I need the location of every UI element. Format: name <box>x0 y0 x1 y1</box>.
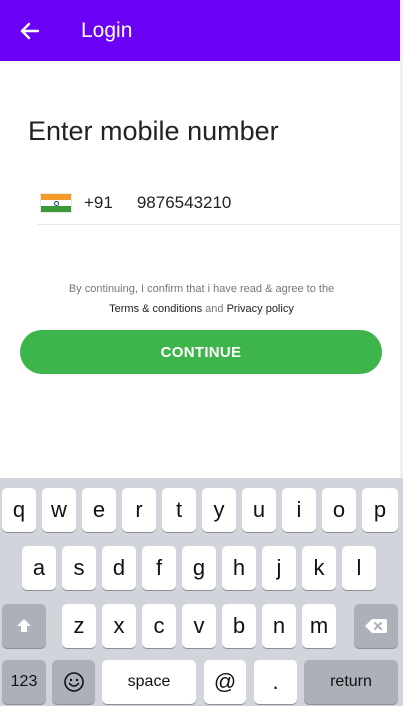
key-n[interactable]: n <box>262 604 296 648</box>
key-e[interactable]: e <box>82 488 116 532</box>
key-i[interactable]: i <box>282 488 316 532</box>
key-g[interactable]: g <box>182 546 216 590</box>
key-w[interactable]: w <box>42 488 76 532</box>
key-h[interactable]: h <box>222 546 256 590</box>
key-x[interactable]: x <box>102 604 136 648</box>
backspace-icon <box>365 619 387 633</box>
terms-link[interactable]: Terms & conditions <box>109 303 202 315</box>
key-b[interactable]: b <box>222 604 256 648</box>
app-bar: Login <box>0 0 400 61</box>
india-flag-icon[interactable] <box>40 193 72 213</box>
key-r[interactable]: r <box>122 488 156 532</box>
key-u[interactable]: u <box>242 488 276 532</box>
key-m[interactable]: m <box>302 604 336 648</box>
space-key[interactable]: space <box>102 660 196 704</box>
emoji-key[interactable] <box>52 660 95 704</box>
at-key[interactable]: @ <box>204 660 246 704</box>
phone-number-row: +91 <box>38 182 400 225</box>
return-key[interactable]: return <box>304 660 398 704</box>
key-f[interactable]: f <box>142 546 176 590</box>
key-l[interactable]: l <box>342 546 376 590</box>
shift-key[interactable] <box>2 604 46 648</box>
key-s[interactable]: s <box>62 546 96 590</box>
arrow-left-icon <box>20 22 40 39</box>
phone-number-input[interactable] <box>136 193 337 213</box>
shift-icon <box>17 619 31 632</box>
key-o[interactable]: o <box>322 488 356 532</box>
consent-text: By continuing, I confirm that i have rea… <box>0 279 403 319</box>
key-d[interactable]: d <box>102 546 136 590</box>
key-z[interactable]: z <box>62 604 96 648</box>
key-j[interactable]: j <box>262 546 296 590</box>
keyboard: q w e r t y u i o p a s d f g h j k l z … <box>0 478 403 706</box>
consent-line: By continuing, I confirm that i have rea… <box>68 283 335 295</box>
privacy-link[interactable]: Privacy policy <box>227 303 294 315</box>
key-a[interactable]: a <box>22 546 56 590</box>
delete-key[interactable] <box>354 604 398 648</box>
key-p[interactable]: p <box>362 488 398 532</box>
back-button[interactable] <box>19 20 41 42</box>
app-bar-title: Login <box>81 18 133 42</box>
dot-key[interactable]: . <box>254 660 297 704</box>
key-k[interactable]: k <box>302 546 336 590</box>
consent-and: and <box>205 303 224 315</box>
country-code[interactable]: +91 <box>84 193 113 213</box>
continue-button[interactable]: CONTINUE <box>20 330 382 374</box>
page-heading: Enter mobile number <box>28 116 279 146</box>
key-t[interactable]: t <box>162 488 196 532</box>
key-v[interactable]: v <box>182 604 216 648</box>
emoji-icon <box>63 672 84 692</box>
key-q[interactable]: q <box>2 488 36 532</box>
numbers-key[interactable]: 123 <box>2 660 46 704</box>
key-c[interactable]: c <box>142 604 176 648</box>
key-y[interactable]: y <box>202 488 236 532</box>
